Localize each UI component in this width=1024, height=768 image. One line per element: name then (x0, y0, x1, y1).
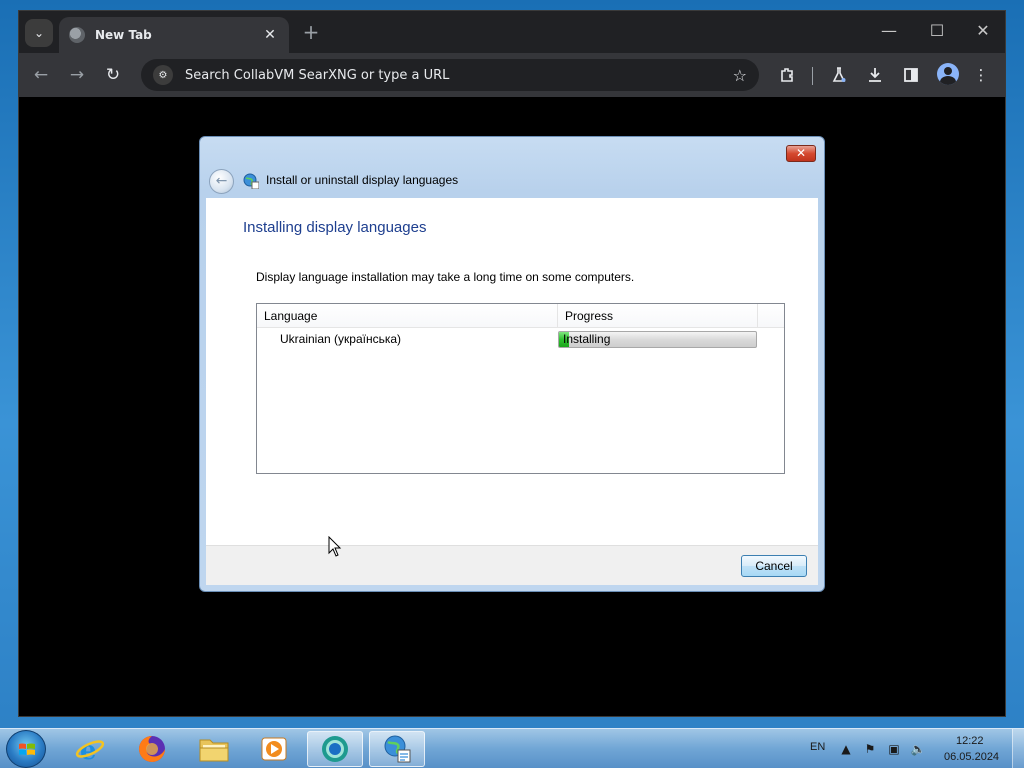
list-item[interactable]: Ukrainian (українська) Installing (257, 329, 784, 349)
mouse-cursor-icon (328, 536, 342, 557)
action-center-flag-icon[interactable]: ⚑ (862, 741, 878, 757)
browser-titlebar: ⌄ New Tab ✕ + — ☐ ✕ (19, 11, 1005, 53)
dialog-header-title: Install or uninstall display languages (266, 173, 459, 187)
minimize-button[interactable]: — (869, 19, 909, 43)
taskbar: e EN ▲ ⚑ ▣ 🔈 12:22 06.05.2024 (0, 728, 1024, 768)
start-button[interactable] (6, 730, 46, 768)
list-header: Language Progress (257, 304, 784, 328)
page-title: Installing display languages (243, 219, 427, 236)
column-header-language[interactable]: Language (257, 304, 558, 328)
language-list[interactable]: Language Progress Ukrainian (українська)… (256, 303, 785, 474)
new-tab-button[interactable]: + (299, 21, 323, 45)
tab-title: New Tab (95, 28, 152, 42)
bookmark-star-icon[interactable]: ☆ (733, 66, 747, 85)
labs-flask-icon[interactable] (825, 61, 853, 89)
site-info-icon[interactable]: ⚙ (153, 65, 173, 85)
browser-toolbar: ← → ↻ ⚙ Search CollabVM SearXNG or type … (19, 53, 1005, 97)
back-button[interactable]: ← (27, 61, 55, 89)
network-icon[interactable]: ▣ (886, 741, 902, 757)
tab-close-icon[interactable]: ✕ (261, 27, 279, 43)
input-language-indicator[interactable]: EN (810, 741, 825, 753)
show-hidden-icons-icon[interactable]: ▲ (838, 741, 854, 757)
progress-status: Installing (563, 332, 611, 346)
language-name: Ukrainian (українська) (280, 332, 402, 346)
browser-tab[interactable]: New Tab ✕ (59, 17, 289, 53)
chrome-icon[interactable] (307, 731, 363, 767)
side-panel-icon[interactable] (897, 61, 925, 89)
forward-button[interactable]: → (63, 61, 91, 89)
language-settings-icon[interactable] (369, 731, 425, 767)
volume-muted-icon[interactable]: 🔈 (910, 741, 926, 757)
dialog-content: Installing display languages Display lan… (206, 198, 818, 546)
toolbar-separator (812, 67, 813, 85)
column-header-progress[interactable]: Progress (558, 304, 758, 328)
menu-kebab-icon[interactable]: ⋮ (967, 61, 995, 89)
window-close-button[interactable]: ✕ (963, 19, 1003, 43)
svg-text:e: e (80, 736, 97, 764)
maximize-button[interactable]: ☐ (917, 19, 957, 43)
clock-date[interactable]: 06.05.2024 (944, 751, 999, 763)
dialog-close-button[interactable]: ✕ (786, 145, 816, 162)
install-languages-dialog: ✕ ← Install or uninstall display languag… (199, 136, 825, 592)
profile-icon[interactable] (937, 63, 959, 85)
cancel-button[interactable]: Cancel (741, 555, 807, 577)
show-desktop-button[interactable] (1012, 729, 1024, 768)
back-arrow-icon[interactable]: ← (209, 169, 234, 194)
address-bar-placeholder[interactable]: Search CollabVM SearXNG or type a URL (185, 68, 733, 83)
internet-explorer-icon[interactable]: e (62, 731, 118, 767)
language-globe-icon (243, 173, 259, 189)
chevron-down-icon: ⌄ (33, 26, 45, 40)
globe-icon (69, 27, 85, 43)
media-player-icon[interactable] (246, 731, 302, 767)
page-description: Display language installation may take a… (256, 270, 635, 284)
address-bar[interactable]: ⚙ Search CollabVM SearXNG or type a URL … (141, 59, 759, 91)
reload-button[interactable]: ↻ (99, 61, 127, 89)
extensions-icon[interactable] (773, 61, 801, 89)
tab-search-button[interactable]: ⌄ (25, 19, 53, 47)
progress-bar: Installing (558, 331, 757, 348)
file-explorer-icon[interactable] (186, 731, 242, 767)
dialog-footer: Cancel (206, 545, 818, 585)
download-icon[interactable] (861, 61, 889, 89)
windows-logo-icon (19, 743, 35, 755)
firefox-icon[interactable] (124, 731, 180, 767)
clock-time[interactable]: 12:22 (956, 735, 984, 747)
